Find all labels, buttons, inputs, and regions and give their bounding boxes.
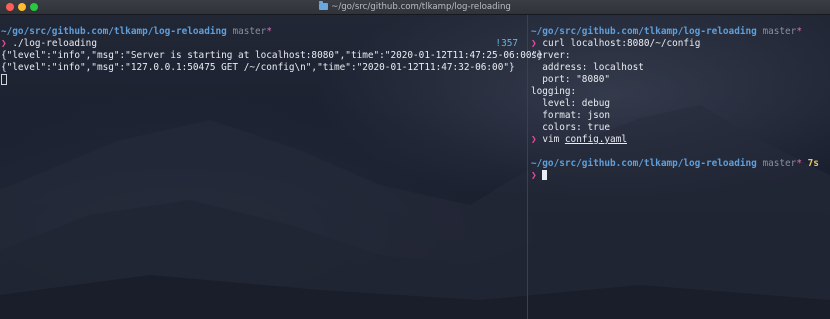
active-command-line[interactable]: ❯ xyxy=(531,170,830,182)
config-output-line: format: json xyxy=(531,110,611,121)
git-dirty-marker: * xyxy=(796,158,802,169)
config-output-line: port: "8080" xyxy=(531,74,611,85)
config-output-line: colors: true xyxy=(531,122,611,133)
right-terminal-pane[interactable]: ~/go/src/github.com/tlkamp/log-reloading… xyxy=(528,15,830,319)
cursor-line xyxy=(1,74,527,86)
prompt-line: ~/go/src/github.com/tlkamp/log-reloading… xyxy=(531,158,830,170)
left-terminal-pane[interactable]: ~/go/src/github.com/tlkamp/log-reloading… xyxy=(0,15,543,319)
text-cursor xyxy=(1,74,7,85)
git-branch: master xyxy=(762,26,797,37)
prompt-line: ~/go/src/github.com/tlkamp/log-reloading… xyxy=(531,26,830,38)
config-output-line: address: localhost xyxy=(531,62,644,73)
prompt-symbol: ❯ xyxy=(531,170,537,181)
log-output-line: {"level":"info","msg":"Server is startin… xyxy=(1,50,543,61)
command-line: ❯ curl localhost:8080/~/config xyxy=(531,38,830,50)
command-argument: config.yaml xyxy=(564,134,627,145)
git-dirty-marker: * xyxy=(266,26,272,37)
config-output-line: server: xyxy=(531,50,571,61)
git-branch: master xyxy=(762,158,797,169)
status-count: !357 xyxy=(495,38,518,49)
command-duration: 7s xyxy=(807,158,819,169)
config-output-line: level: debug xyxy=(531,98,611,109)
command-line: ❯ ./log-reloading !357 xyxy=(1,38,527,50)
prompt-path: ~/go/src/github.com/tlkamp/log-reloading xyxy=(531,158,757,169)
command-text: curl localhost:8080/~/config xyxy=(542,38,701,49)
text-cursor xyxy=(542,170,548,180)
config-output-line: logging: xyxy=(531,86,577,97)
git-branch: master xyxy=(232,26,267,37)
command-line: ❯ vim config.yaml xyxy=(531,134,830,146)
prompt-path: ~/go/src/github.com/tlkamp/log-reloading xyxy=(1,26,227,37)
prompt-symbol: ❯ xyxy=(531,38,537,49)
log-output-line: {"level":"info","msg":"127.0.0.1:50475 G… xyxy=(1,62,515,73)
window-title: ~/go/src/github.com/tlkamp/log-reloading xyxy=(331,2,511,12)
command-program: vim xyxy=(542,134,560,145)
window-title-group: ~/go/src/github.com/tlkamp/log-reloading xyxy=(0,0,830,14)
prompt-path: ~/go/src/github.com/tlkamp/log-reloading xyxy=(531,26,757,37)
prompt-symbol: ❯ xyxy=(1,38,7,49)
command-text: ./log-reloading xyxy=(12,38,97,49)
terminal-window: ~/go/src/github.com/tlkamp/log-reloading… xyxy=(0,0,830,319)
title-bar: ~/go/src/github.com/tlkamp/log-reloading xyxy=(0,0,830,15)
git-dirty-marker: * xyxy=(796,26,802,37)
prompt-line: ~/go/src/github.com/tlkamp/log-reloading… xyxy=(1,26,527,38)
folder-icon xyxy=(319,1,329,10)
prompt-symbol: ❯ xyxy=(531,134,537,145)
